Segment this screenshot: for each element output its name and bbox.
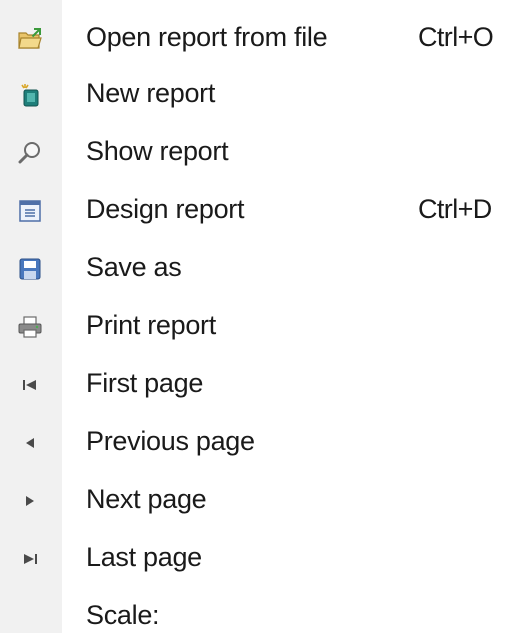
context-menu: Open report from file Ctrl+O New report … bbox=[0, 0, 515, 633]
magnifier-icon bbox=[17, 140, 43, 166]
previous-page-icon bbox=[17, 430, 43, 456]
menu-item-label: First page bbox=[86, 367, 204, 398]
menu-item-print-report[interactable]: Print report bbox=[0, 298, 515, 356]
menu-item-design-report[interactable]: Design report Ctrl+D bbox=[0, 182, 515, 240]
menu-item-show-report[interactable]: Show report bbox=[0, 124, 515, 182]
last-page-icon bbox=[17, 546, 43, 572]
menu-item-open-report[interactable]: Open report from file Ctrl+O bbox=[0, 10, 515, 68]
menu-item-scale[interactable]: Scale: bbox=[0, 588, 515, 633]
menu-item-label: New report bbox=[86, 77, 216, 108]
menu-item-label: Previous page bbox=[86, 425, 255, 456]
menu-item-shortcut: Ctrl+O bbox=[418, 21, 494, 52]
menu-item-label: Save as bbox=[86, 251, 182, 282]
menu-item-last-page[interactable]: Last page bbox=[0, 530, 515, 588]
menu-item-label: Print report bbox=[86, 309, 216, 340]
menu-item-new-report[interactable]: New report bbox=[0, 66, 515, 124]
first-page-icon bbox=[17, 372, 43, 398]
menu-item-label: Open report from file bbox=[86, 21, 328, 52]
menu-item-shortcut: Ctrl+D bbox=[418, 193, 492, 224]
menu-item-save-as[interactable]: Save as bbox=[0, 240, 515, 298]
menu-item-label: Last page bbox=[86, 541, 202, 572]
floppy-disk-icon bbox=[17, 256, 43, 282]
design-form-icon bbox=[17, 198, 43, 224]
menu-item-label: Next page bbox=[86, 483, 207, 514]
menu-item-first-page[interactable]: First page bbox=[0, 356, 515, 414]
open-folder-icon bbox=[17, 26, 43, 52]
next-page-icon bbox=[17, 488, 43, 514]
menu-item-previous-page[interactable]: Previous page bbox=[0, 414, 515, 472]
new-report-icon bbox=[17, 82, 43, 108]
menu-item-next-page[interactable]: Next page bbox=[0, 472, 515, 530]
menu-item-label: Show report bbox=[86, 135, 229, 166]
menu-item-label: Scale: bbox=[86, 599, 160, 630]
printer-icon bbox=[17, 314, 43, 340]
menu-item-label: Design report bbox=[86, 193, 245, 224]
